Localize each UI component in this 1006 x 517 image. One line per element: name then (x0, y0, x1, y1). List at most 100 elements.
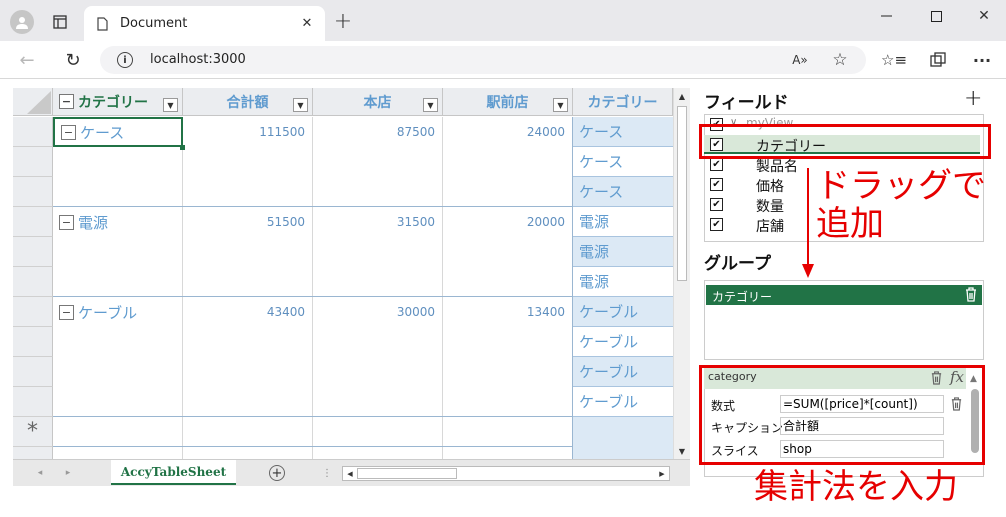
document-icon (96, 16, 108, 31)
profile-avatar-icon[interactable] (10, 10, 34, 34)
horizontal-scrollbar[interactable]: ◀ ▶ (342, 466, 670, 481)
category-cell[interactable]: − 電源 (53, 207, 183, 237)
add-sheet-icon[interactable]: + (269, 465, 285, 481)
arrow-icon (801, 168, 815, 278)
new-row-header[interactable]: * (13, 417, 53, 447)
grid-line (182, 117, 183, 459)
row-header[interactable] (13, 327, 53, 357)
row-header[interactable] (13, 207, 53, 237)
collapse-toggle-icon[interactable]: − (59, 94, 74, 109)
corner-header[interactable] (13, 88, 53, 116)
row-header (13, 447, 53, 459)
minimize-button[interactable] (872, 6, 900, 26)
category-pill[interactable]: ケーブル (573, 387, 673, 417)
row-header[interactable] (13, 297, 53, 327)
column-header-label: カテゴリー (587, 94, 658, 111)
vertical-scroll-thumb[interactable] (677, 106, 687, 281)
more-menu-icon[interactable]: ··· (972, 50, 992, 70)
field-item-label[interactable]: 数量 (756, 196, 784, 216)
row-header[interactable] (13, 267, 53, 297)
total-value[interactable]: 43400 (183, 305, 305, 319)
column-header-category[interactable]: − カテゴリー ▼ (53, 88, 183, 116)
category-pill[interactable]: ケース (573, 147, 673, 177)
category-pill[interactable]: ケース (573, 177, 673, 207)
tab-actions-icon[interactable] (50, 12, 70, 32)
category-pill[interactable]: ケーブル (573, 357, 673, 387)
dropdown-arrow-icon[interactable]: ▼ (423, 98, 438, 112)
back-icon[interactable]: ← (16, 49, 38, 71)
scroll-left-icon[interactable]: ◀ (345, 468, 355, 479)
collections-icon[interactable] (928, 50, 948, 70)
row-header[interactable] (13, 357, 53, 387)
checkbox-product-name[interactable]: ✔ (710, 158, 723, 171)
category-pill[interactable]: 電源 (573, 237, 673, 267)
horizontal-scroll-thumb[interactable] (357, 468, 457, 479)
browser-titlebar: Document ✕ + ✕ (0, 0, 1006, 41)
category-pill[interactable]: 電源 (573, 267, 673, 297)
tab-prev-icon[interactable]: ◂ (35, 467, 45, 479)
station-store-value[interactable]: 24000 (443, 125, 565, 139)
category-pill[interactable]: ケーブル (573, 297, 673, 327)
highlight-box-field (699, 124, 991, 159)
field-item-label[interactable]: 製品名 (756, 156, 798, 176)
checkbox-store[interactable]: ✔ (710, 218, 723, 231)
column-header-total[interactable]: 合計額 ▼ (183, 88, 313, 116)
station-store-value[interactable]: 20000 (443, 215, 565, 229)
collapse-toggle-icon[interactable]: − (59, 304, 74, 320)
tab-title: Document (120, 16, 188, 31)
favorite-star-icon[interactable]: ☆ (830, 50, 850, 70)
category-cell[interactable]: − ケース (53, 117, 183, 147)
main-store-value[interactable]: 87500 (313, 125, 435, 139)
maximize-button[interactable] (922, 6, 950, 26)
column-header-category-2[interactable]: カテゴリー (573, 88, 673, 116)
column-header-label: 合計額 (226, 94, 269, 111)
row-header[interactable] (13, 117, 53, 147)
category-pill[interactable]: 電源 (573, 207, 673, 237)
tab-next-icon[interactable]: ▸ (63, 467, 73, 479)
checkbox-count[interactable]: ✔ (710, 198, 723, 211)
row-header[interactable] (13, 177, 53, 207)
refresh-icon[interactable]: ↻ (62, 49, 84, 71)
field-item-label[interactable]: 店舗 (756, 216, 784, 236)
total-value[interactable]: 111500 (183, 125, 305, 139)
scroll-down-icon[interactable]: ▼ (676, 445, 688, 457)
info-icon[interactable]: i (117, 52, 133, 68)
favorites-icon[interactable]: ☆≡ (881, 50, 907, 70)
main-store-value[interactable]: 30000 (313, 305, 435, 319)
collapse-toggle-icon[interactable]: − (61, 124, 76, 140)
total-value[interactable]: 51500 (183, 215, 305, 229)
dropdown-arrow-icon[interactable]: ▼ (553, 98, 568, 112)
category-label: ケース (80, 123, 125, 142)
spreadsheet-grid[interactable]: − カテゴリー ▼ 合計額 ▼ 本店 ▼ 駅前店 ▼ カテゴリー * − ケース… (13, 88, 690, 486)
close-window-button[interactable]: ✕ (970, 6, 998, 26)
scroll-up-icon[interactable]: ▲ (676, 90, 688, 102)
vertical-scrollbar[interactable]: ▲ ▼ (673, 88, 690, 459)
collapse-toggle-icon[interactable]: − (59, 214, 74, 230)
column-header-station-store[interactable]: 駅前店 ▼ (443, 88, 573, 116)
main-store-value[interactable]: 31500 (313, 215, 435, 229)
sheet-tab[interactable]: AccyTableSheet (111, 460, 236, 485)
row-header[interactable] (13, 387, 53, 417)
address-bar[interactable]: i localhost:3000 A» ☆ (100, 46, 866, 74)
new-tab-button[interactable]: + (332, 9, 354, 34)
dropdown-arrow-icon[interactable]: ▼ (163, 98, 178, 112)
category-pill[interactable]: ケーブル (573, 327, 673, 357)
field-item-label[interactable]: 価格 (756, 176, 784, 196)
trash-icon[interactable] (964, 286, 978, 306)
tab-document[interactable]: Document ✕ (84, 6, 325, 41)
tab-splitter-icon[interactable]: ⋮ (322, 467, 332, 479)
add-field-button[interactable]: + (964, 86, 982, 111)
dropdown-arrow-icon[interactable]: ▼ (293, 98, 308, 112)
category-cell[interactable]: − ケーブル (53, 297, 183, 327)
scroll-right-icon[interactable]: ▶ (657, 468, 667, 479)
row-header[interactable] (13, 147, 53, 177)
read-aloud-icon[interactable]: A» (790, 51, 810, 69)
new-row-cell[interactable] (573, 417, 673, 459)
close-tab-icon[interactable]: ✕ (300, 16, 314, 31)
selection-handle[interactable] (180, 145, 185, 150)
station-store-value[interactable]: 13400 (443, 305, 565, 319)
checkbox-price[interactable]: ✔ (710, 178, 723, 191)
column-header-main-store[interactable]: 本店 ▼ (313, 88, 443, 116)
category-pill[interactable]: ケース (573, 117, 673, 147)
row-header[interactable] (13, 237, 53, 267)
